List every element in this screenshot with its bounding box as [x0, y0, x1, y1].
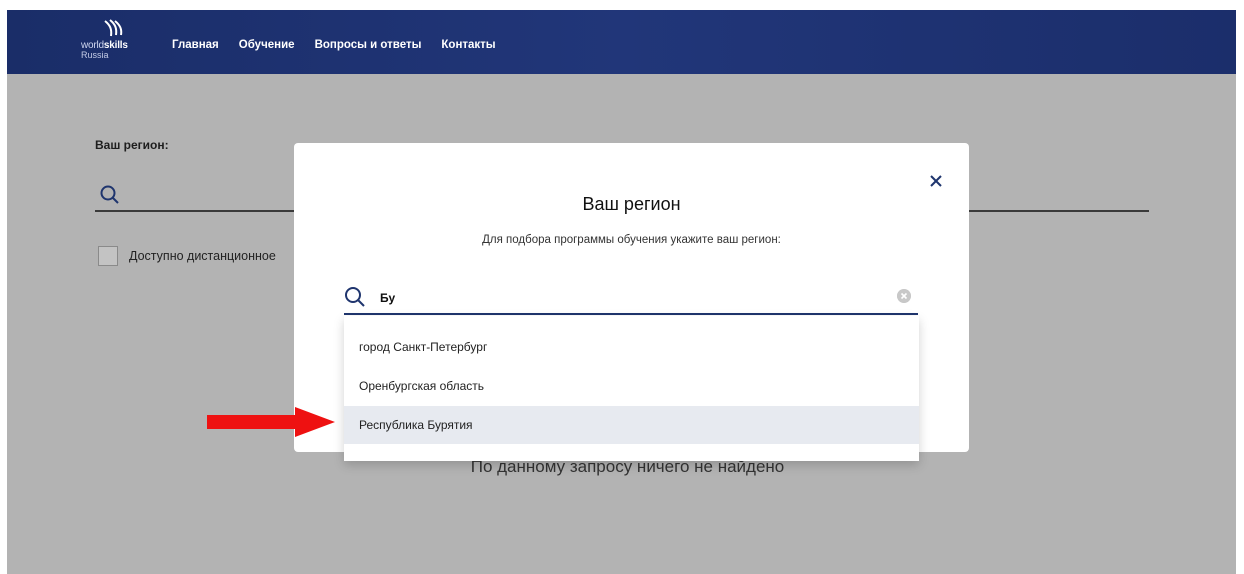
suggestion-item-highlighted[interactable]: Республика Бурятия	[344, 406, 919, 444]
app-frame: worldskills Russia Главная Обучение Вопр…	[7, 10, 1236, 574]
nav-item-learning[interactable]: Обучение	[239, 39, 295, 51]
nav-item-faq[interactable]: Вопросы и ответы	[315, 39, 422, 51]
region-search-input[interactable]	[380, 289, 880, 307]
main-nav: Главная Обучение Вопросы и ответы Контак…	[172, 39, 516, 51]
top-navbar: worldskills Russia Главная Обучение Вопр…	[7, 10, 1236, 74]
suggestion-item[interactable]: город Санкт-Петербург	[344, 328, 919, 366]
suggestion-item[interactable]: Оренбургская область	[344, 367, 919, 405]
modal-title: Ваш регион	[582, 194, 681, 214]
clear-icon[interactable]	[897, 289, 911, 303]
distance-learning-label: Доступно дистанционное	[129, 249, 276, 263]
region-suggestions-dropdown: город Санкт-Петербург Оренбургская облас…	[344, 316, 919, 461]
worldskills-logo[interactable]: worldskills Russia	[81, 19, 145, 65]
search-icon[interactable]	[99, 184, 121, 206]
modal-subtitle: Для подбора программы обучения укажите в…	[482, 234, 781, 246]
search-input-underline	[344, 313, 918, 315]
logo-subtitle: Russia	[81, 50, 109, 60]
close-icon[interactable]	[928, 173, 944, 189]
nav-item-contacts[interactable]: Контакты	[441, 39, 495, 51]
worldskills-logo-icon	[104, 19, 123, 37]
nav-item-home[interactable]: Главная	[172, 39, 219, 51]
search-icon	[345, 287, 365, 307]
red-arrow-icon	[207, 407, 335, 437]
region-label: Ваш регион:	[95, 138, 169, 152]
distance-learning-checkbox[interactable]	[98, 246, 118, 266]
